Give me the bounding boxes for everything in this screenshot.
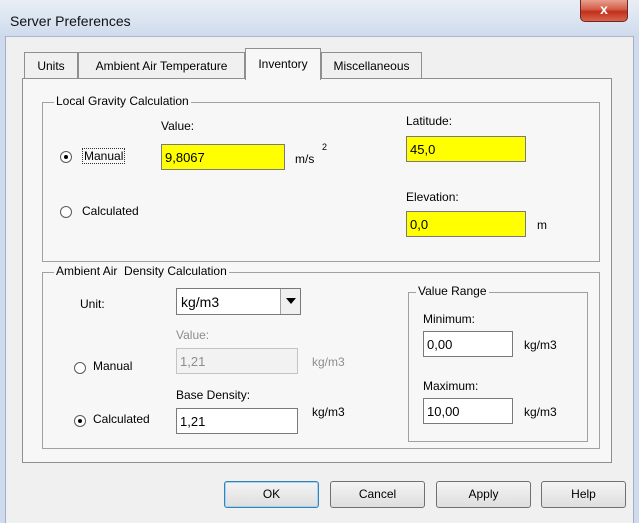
gravity-manual-radio[interactable] (60, 151, 72, 163)
dropdown-arrow-button[interactable] (280, 289, 300, 314)
density-manual-radio[interactable] (74, 362, 86, 374)
gravity-calculated-radio[interactable] (60, 206, 72, 218)
latitude-label-text: Latitude: (406, 114, 453, 128)
close-button[interactable]: x (580, 0, 628, 22)
range-minimum-input[interactable] (423, 331, 513, 357)
window-frame-right (633, 36, 639, 523)
ok-button[interactable]: OK (224, 481, 319, 508)
density-manual-value-input[interactable] (176, 348, 298, 374)
gravity-unit-text: m/s (295, 152, 315, 166)
apply-button-label: Apply (468, 487, 499, 501)
gravity-value-input[interactable] (161, 144, 285, 170)
density-unit-label: Unit: (80, 297, 105, 311)
density-value-label-text: Value: (176, 328, 210, 342)
close-icon: x (600, 1, 608, 17)
gravity-value-label-text: Value: (161, 119, 195, 133)
cancel-button-label: Cancel (358, 487, 397, 501)
latitude-input[interactable] (406, 136, 526, 162)
density-manual-unit: kg/m3 (312, 355, 345, 369)
density-calculated-label-text: Calculated (93, 412, 150, 426)
gravity-unit: m/s (295, 152, 314, 166)
density-group-label: Ambient Air Density Calculation (54, 264, 229, 278)
gravity-value-label: Value: (161, 119, 194, 133)
density-unit-label-text: Unit: (80, 297, 105, 311)
apply-button[interactable]: Apply (436, 481, 531, 508)
density-calculated-label[interactable]: Calculated (93, 412, 150, 426)
ok-button-label: OK (262, 487, 281, 501)
gravity-manual-label-text: Manual (84, 149, 124, 163)
tab-miscellaneous[interactable]: Miscellaneous (321, 52, 422, 78)
density-value-label: Value: (176, 328, 209, 342)
base-density-unit: kg/m3 (312, 405, 345, 419)
gravity-group-label: Local Gravity Calculation (54, 94, 191, 108)
gravity-calculated-label-text: Calculated (82, 204, 139, 218)
elevation-input[interactable] (406, 211, 526, 237)
density-unit-select-value: kg/m3 (181, 294, 220, 310)
tab-units-label: Units (37, 59, 65, 73)
range-maximum-input[interactable] (423, 398, 513, 424)
range-minimum-unit: kg/m3 (524, 338, 557, 352)
tab-inventory-label: Inventory (258, 57, 308, 71)
base-density-input[interactable] (176, 408, 298, 434)
chevron-down-icon (286, 298, 296, 304)
tab-inventory[interactable]: Inventory (245, 48, 321, 80)
density-manual-label[interactable]: Manual (93, 359, 132, 373)
latitude-label: Latitude: (406, 114, 452, 128)
help-button[interactable]: Help (541, 481, 626, 508)
base-density-label: Base Density: (176, 388, 251, 402)
value-range-group-label: Value Range (416, 284, 489, 298)
window-title: Server Preferences (10, 13, 131, 29)
density-manual-label-text: Manual (93, 359, 133, 373)
tab-units[interactable]: Units (24, 52, 78, 78)
elevation-unit: m (537, 218, 547, 232)
gravity-manual-label[interactable]: Manual (82, 148, 126, 164)
gravity-unit-superscript: 2 (322, 142, 328, 152)
elevation-label-text: Elevation: (406, 190, 459, 204)
gravity-calculated-label[interactable]: Calculated (82, 204, 139, 218)
tab-ambient-air-temperature[interactable]: Ambient Air Temperature (78, 52, 245, 78)
help-button-label: Help (571, 487, 596, 501)
elevation-label: Elevation: (406, 190, 459, 204)
density-calculated-radio[interactable] (74, 415, 86, 427)
cancel-button[interactable]: Cancel (330, 481, 425, 508)
density-unit-select[interactable]: kg/m3 (176, 288, 301, 315)
tab-miscellaneous-label: Miscellaneous (333, 59, 410, 73)
gravity-group (42, 102, 600, 262)
range-minimum-label: Minimum: (423, 312, 476, 326)
tab-ambient-air-temperature-label: Ambient Air Temperature (95, 59, 228, 73)
range-maximum-unit: kg/m3 (524, 405, 557, 419)
range-maximum-label: Maximum: (423, 379, 479, 393)
